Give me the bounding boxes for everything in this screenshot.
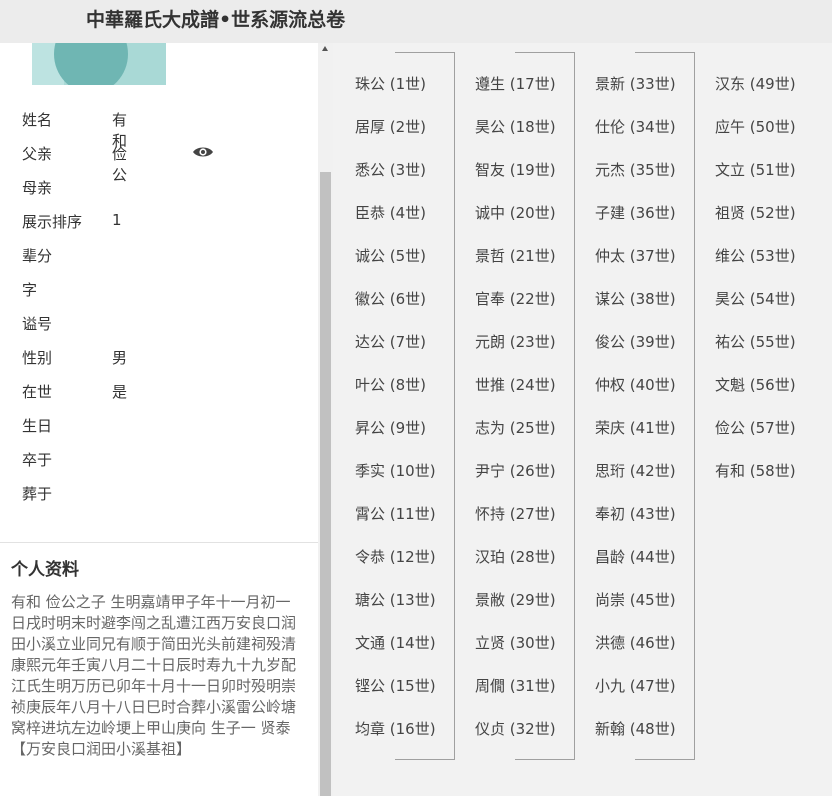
generation-link[interactable]: 尚崇 (45世) [595,589,676,613]
generation-link[interactable]: 瑭公 (13世) [355,589,436,613]
generation-link[interactable]: 均章 (16世) [355,718,436,742]
generation-link[interactable]: 祐公 (55世) [715,331,796,355]
scrollbar-thumb[interactable] [320,172,331,796]
field-label: 葬于 [22,485,53,503]
generation-link[interactable]: 俊公 (39世) [595,331,676,355]
generation-link[interactable]: 臣恭 (4世) [355,202,426,226]
generation-link[interactable]: 文通 (14世) [355,632,436,656]
generation-link[interactable]: 奉初 (43世) [595,503,676,527]
generation-link[interactable]: 文立 (51世) [715,159,796,183]
generation-link[interactable]: 叶公 (8世) [355,374,426,398]
generation-link[interactable]: 新翰 (48世) [595,718,676,742]
generation-link[interactable]: 子建 (36世) [595,202,676,226]
generation-link[interactable]: 仕伦 (34世) [595,116,676,140]
generation-link[interactable]: 俭公 (57世) [715,417,796,441]
portrait-image [32,43,166,85]
generation-link[interactable]: 应午 (50世) [715,116,796,140]
generation-link[interactable]: 令恭 (12世) [355,546,436,570]
field-label: 母亲 [22,179,53,197]
page-title: 中華羅氏大成譜•世系源流总卷 [86,9,346,31]
father-link[interactable]: 俭公 [112,143,127,185]
eye-icon[interactable] [192,145,214,159]
generation-link[interactable]: 季实 (10世) [355,460,436,484]
generation-link[interactable]: 徽公 (6世) [355,288,426,312]
generation-link[interactable]: 智友 (19世) [475,159,556,183]
generation-link[interactable]: 元朗 (23世) [475,331,556,355]
field-label: 卒于 [22,451,53,469]
field-value: 男 [112,349,128,367]
field-value: 是 [112,383,128,401]
generation-link[interactable]: 铿公 (15世) [355,675,436,699]
generation-link[interactable]: 立贤 (30世) [475,632,556,656]
divider [0,542,318,543]
generation-link[interactable]: 仲权 (40世) [595,374,676,398]
generation-link[interactable]: 荣庆 (41世) [595,417,676,441]
generation-link[interactable]: 元杰 (35世) [595,159,676,183]
generation-link[interactable]: 景新 (33世) [595,73,676,97]
field-label: 字 [22,281,38,299]
generation-link[interactable]: 怀持 (27世) [475,503,556,527]
generation-link[interactable]: 维公 (53世) [715,245,796,269]
field-label: 性别 [22,349,53,367]
generation-link[interactable]: 世推 (24世) [475,374,556,398]
generation-link[interactable]: 景敝 (29世) [475,589,556,613]
scroll-up-arrow-icon[interactable] [322,46,328,51]
field-label: 生日 [22,417,53,435]
generation-link[interactable]: 昇公 (9世) [355,417,426,441]
generation-link[interactable]: 周僩 (31世) [475,675,556,699]
generation-link[interactable]: 小九 (47世) [595,675,676,699]
field-label: 父亲 [22,145,53,163]
generation-link[interactable]: 汉东 (49世) [715,73,796,97]
field-label: 辈分 [22,247,53,265]
generation-link[interactable]: 霄公 (11世) [355,503,436,527]
field-label: 在世 [22,383,53,401]
field-label: 谥号 [22,315,53,333]
generation-link[interactable]: 昊公 (54世) [715,288,796,312]
biography-text: 有和 俭公之子 生明嘉靖甲子年十一月初一日戌时明末时避李闯之乱遭江西万安良口润田… [11,592,303,760]
generation-link[interactable]: 洪德 (46世) [595,632,676,656]
generation-link[interactable]: 尹宁 (26世) [475,460,556,484]
biography-body: 有和 俭公之子 生明嘉靖甲子年十一月初一日戌时明末时避李闯之乱遭江西万安良口润田… [11,593,297,737]
generation-link[interactable]: 汉珀 (28世) [475,546,556,570]
generation-link[interactable]: 官奉 (22世) [475,288,556,312]
biography-note: 【万安良口润田小溪基祖】 [11,740,192,758]
generation-link[interactable]: 思珩 (42世) [595,460,676,484]
generation-link[interactable]: 谋公 (38世) [595,288,676,312]
field-label: 展示排序 [22,213,83,231]
generation-link[interactable]: 诚公 (5世) [355,245,426,269]
generation-link[interactable]: 仪贞 (32世) [475,718,556,742]
generation-link[interactable]: 居厚 (2世) [355,116,426,140]
generation-link[interactable]: 昊公 (18世) [475,116,556,140]
generation-link[interactable]: 珠公 (1世) [355,73,426,97]
scrollbar[interactable] [318,43,333,796]
generation-link[interactable]: 有和 (58世) [715,460,796,484]
generation-link[interactable]: 遵生 (17世) [475,73,556,97]
title-bar: 中華羅氏大成譜•世系源流总卷 [0,0,832,43]
personal-info-heading: 个人资料 [11,560,79,580]
generation-link[interactable]: 景哲 (21世) [475,245,556,269]
generation-link[interactable]: 文魁 (56世) [715,374,796,398]
profile-panel: 姓名 有和 父亲 俭公 母亲 展示排序 1 辈分 字 谥号 性别男 在世是 生日 卒于… [0,43,318,796]
generation-link[interactable]: 志为 (25世) [475,417,556,441]
generation-link[interactable]: 祖贤 (52世) [715,202,796,226]
generation-link[interactable]: 仲太 (37世) [595,245,676,269]
generation-link[interactable]: 悉公 (3世) [355,159,426,183]
generation-link[interactable]: 昌龄 (44世) [595,546,676,570]
generation-link[interactable]: 达公 (7世) [355,331,426,355]
generation-link[interactable]: 诚中 (20世) [475,202,556,226]
field-label: 姓名 [22,111,53,129]
lineage-panel: 珠公 (1世) 居厚 (2世) 悉公 (3世) 臣恭 (4世) 诚公 (5世) 徽公 (6… [333,43,832,796]
field-value: 1 [112,211,122,229]
